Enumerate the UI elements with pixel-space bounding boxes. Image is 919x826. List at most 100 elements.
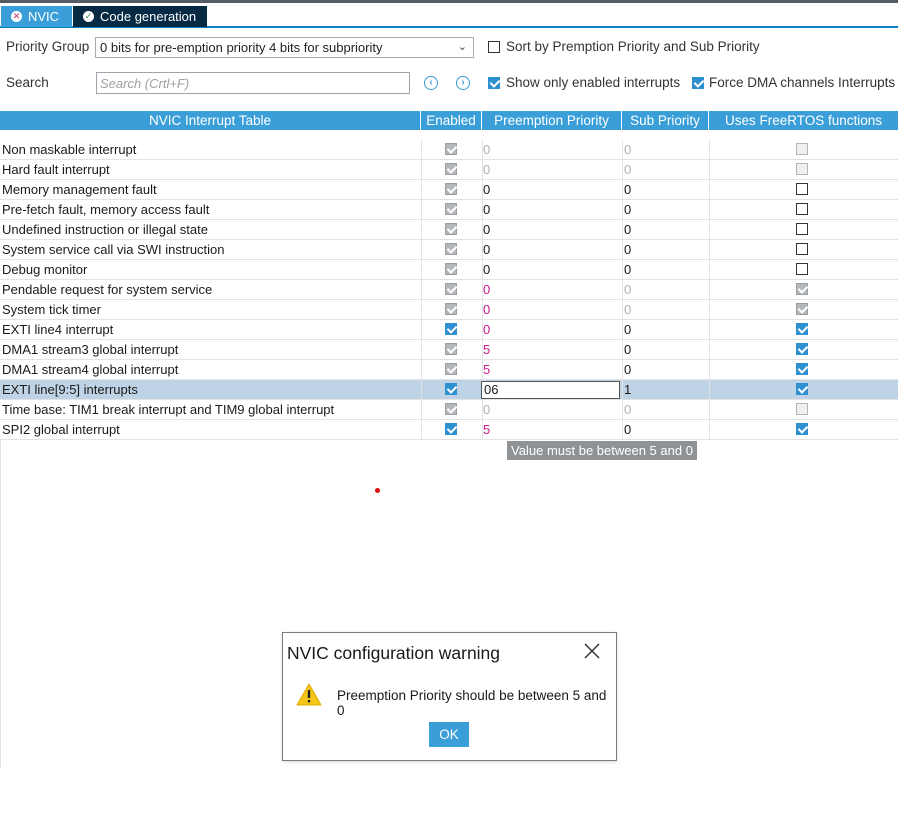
sub-priority-value[interactable]: 0 [624,240,708,259]
close-icon[interactable] [582,641,602,661]
freertos-checkbox[interactable] [796,343,808,355]
enabled-checkbox [445,163,457,175]
enabled-checkbox [445,183,457,195]
preemption-priority-value[interactable]: 0 [483,220,619,239]
table-row[interactable]: SPI2 global interrupt 5 0 [0,420,898,440]
sub-priority-value[interactable]: 1 [624,380,708,399]
freertos-checkbox[interactable] [796,323,808,335]
freertos-checkbox [796,403,808,415]
column-divider [622,140,623,159]
nvic-warning-dialog: NVIC configuration warning Preemption Pr… [282,632,617,761]
sub-priority-value[interactable]: 0 [624,260,708,279]
show-enabled-checkbox[interactable] [488,77,500,89]
table-row[interactable]: Time base: TIM1 break interrupt and TIM9… [0,400,898,420]
preemption-priority-value[interactable]: 0 [483,200,619,219]
table-row[interactable]: EXTI line4 interrupt 0 0 [0,320,898,340]
preemption-priority-value[interactable]: 0 [483,140,619,159]
column-divider [709,320,710,339]
column-divider [622,160,623,179]
freertos-checkbox[interactable] [796,363,808,375]
warning-icon [296,683,322,706]
column-divider [622,340,623,359]
sub-priority-value[interactable]: 0 [624,360,708,379]
interrupt-name: SPI2 global interrupt [2,422,120,437]
table-row[interactable]: Undefined instruction or illegal state 0 0 [0,220,898,240]
preemption-priority-value[interactable]: 0 [483,260,619,279]
column-divider [622,380,623,399]
column-header-preemption[interactable]: Preemption Priority [482,111,622,130]
panel-left-border [0,440,1,768]
column-header-name[interactable]: NVIC Interrupt Table [0,111,421,130]
preemption-priority-value[interactable]: 0 [483,400,619,419]
sub-priority-value[interactable]: 0 [624,280,708,299]
freertos-checkbox[interactable] [796,203,808,215]
preemption-priority-editor[interactable]: 06 [481,381,620,399]
freertos-checkbox[interactable] [796,263,808,275]
table-row[interactable]: Debug monitor 0 0 [0,260,898,280]
column-header-sub-priority[interactable]: Sub Priority [622,111,709,130]
sub-priority-value[interactable]: 0 [624,180,708,199]
sub-priority-value[interactable]: 0 [624,220,708,239]
preemption-priority-value[interactable]: 0 [483,300,619,319]
search-prev-button[interactable]: ‹ [424,76,438,90]
search-field-wrapper [96,72,410,94]
cursor-marker [375,488,380,493]
sub-priority-value[interactable]: 0 [624,200,708,219]
table-row[interactable]: Hard fault interrupt 0 0 [0,160,898,180]
column-divider [709,340,710,359]
preemption-priority-value[interactable]: 0 [483,240,619,259]
force-dma-checkbox[interactable] [692,77,704,89]
table-row[interactable]: DMA1 stream4 global interrupt 5 0 [0,360,898,380]
interrupt-name: Undefined instruction or illegal state [2,222,208,237]
sub-priority-value[interactable]: 0 [624,420,708,439]
preemption-priority-value[interactable]: 5 [483,340,619,359]
interrupt-name: Pendable request for system service [2,282,213,297]
sub-priority-value[interactable]: 0 [624,300,708,319]
table-row[interactable]: Memory management fault 0 0 [0,180,898,200]
priority-group-select[interactable]: 0 bits for pre-emption priority 4 bits f… [95,37,474,58]
ok-button[interactable]: OK [429,722,469,747]
freertos-checkbox[interactable] [796,383,808,395]
table-row[interactable]: DMA1 stream3 global interrupt 5 0 [0,340,898,360]
column-divider [709,380,710,399]
freertos-checkbox[interactable] [796,243,808,255]
sub-priority-value[interactable]: 0 [624,140,708,159]
freertos-checkbox[interactable] [796,423,808,435]
tab-nvic[interactable]: ✕ NVIC [1,6,72,27]
column-divider [421,280,422,299]
table-row[interactable]: Pre-fetch fault, memory access fault 0 0 [0,200,898,220]
search-next-button[interactable]: › [456,76,470,90]
sub-priority-value[interactable]: 0 [624,160,708,179]
enabled-checkbox[interactable] [445,383,457,395]
preemption-priority-value[interactable]: 0 [483,280,619,299]
column-header-enabled[interactable]: Enabled [421,111,482,130]
column-divider [709,280,710,299]
column-divider [421,320,422,339]
column-divider [421,180,422,199]
column-divider [622,280,623,299]
preemption-priority-value[interactable]: 0 [483,180,619,199]
freertos-checkbox[interactable] [796,223,808,235]
sub-priority-value[interactable]: 0 [624,400,708,419]
sub-priority-value[interactable]: 0 [624,340,708,359]
column-divider [622,180,623,199]
table-row[interactable]: System tick timer 0 0 [0,300,898,320]
enabled-checkbox[interactable] [445,423,457,435]
preemption-priority-value[interactable]: 5 [483,360,619,379]
table-row[interactable]: Non maskable interrupt 0 0 [0,140,898,160]
search-input[interactable] [100,76,406,91]
enabled-checkbox[interactable] [445,323,457,335]
table-row[interactable]: EXTI line[9:5] interrupts 06 1 [0,380,898,400]
preemption-priority-value[interactable]: 5 [483,420,619,439]
interrupt-name: Debug monitor [2,262,88,277]
interrupt-name: Pre-fetch fault, memory access fault [2,202,210,217]
table-row[interactable]: Pendable request for system service 0 0 [0,280,898,300]
tab-code-generation[interactable]: ✓ Code generation [73,6,207,27]
column-header-freertos[interactable]: Uses FreeRTOS functions [709,111,898,130]
preemption-priority-value[interactable]: 0 [483,160,619,179]
freertos-checkbox[interactable] [796,183,808,195]
sort-priority-checkbox[interactable] [488,41,500,53]
sub-priority-value[interactable]: 0 [624,320,708,339]
preemption-priority-value[interactable]: 0 [483,320,619,339]
table-row[interactable]: System service call via SWI instruction 0… [0,240,898,260]
